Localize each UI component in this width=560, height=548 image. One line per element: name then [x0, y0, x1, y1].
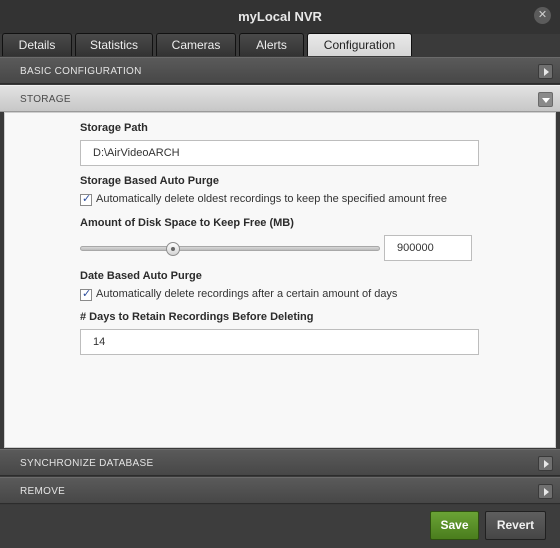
- checkmark-icon: ✓: [82, 193, 92, 205]
- section-basic-configuration[interactable]: BASIC CONFIGURATION: [0, 57, 560, 84]
- tab-cameras[interactable]: Cameras: [156, 33, 236, 56]
- revert-button[interactable]: Revert: [485, 511, 546, 540]
- window-title: myLocal NVR: [238, 9, 322, 24]
- chevron-right-icon[interactable]: [538, 456, 553, 471]
- section-label: REMOVE: [20, 486, 66, 497]
- tab-bar: Details Statistics Cameras Alerts Config…: [0, 33, 560, 56]
- section-label: STORAGE: [20, 94, 71, 105]
- retain-days-label: # Days to Retain Recordings Before Delet…: [80, 311, 314, 323]
- checkmark-icon: ✓: [82, 288, 92, 300]
- tab-details[interactable]: Details: [2, 33, 72, 56]
- date-auto-purge-label: Date Based Auto Purge: [80, 270, 202, 282]
- tab-configuration[interactable]: Configuration: [307, 33, 412, 56]
- disk-space-label: Amount of Disk Space to Keep Free (MB): [80, 217, 294, 229]
- chevron-right-icon[interactable]: [538, 64, 553, 79]
- chevron-right-icon[interactable]: [538, 484, 553, 499]
- storage-path-label: Storage Path: [80, 122, 148, 134]
- retain-days-input[interactable]: 14: [80, 329, 479, 355]
- date-auto-purge-text: Automatically delete recordings after a …: [96, 288, 398, 300]
- storage-path-input[interactable]: D:\AirVideoARCH: [80, 140, 479, 166]
- section-label: SYNCHRONIZE DATABASE: [20, 458, 154, 469]
- tab-alerts[interactable]: Alerts: [239, 33, 304, 56]
- date-auto-purge-checkbox[interactable]: ✓: [80, 288, 92, 301]
- close-icon[interactable]: ✕: [534, 7, 551, 24]
- title-bar: myLocal NVR ✕: [0, 0, 560, 34]
- save-button[interactable]: Save: [430, 511, 479, 540]
- slider-thumb[interactable]: [166, 242, 180, 256]
- tab-statistics[interactable]: Statistics: [75, 33, 153, 56]
- section-label: BASIC CONFIGURATION: [20, 66, 142, 77]
- disk-space-slider[interactable]: [80, 246, 380, 251]
- section-synchronize-database[interactable]: SYNCHRONIZE DATABASE: [0, 449, 560, 476]
- section-storage[interactable]: STORAGE: [0, 85, 560, 112]
- storage-auto-purge-checkbox[interactable]: ✓: [80, 193, 92, 206]
- storage-auto-purge-label: Storage Based Auto Purge: [80, 175, 219, 187]
- storage-auto-purge-text: Automatically delete oldest recordings t…: [96, 193, 447, 205]
- section-remove[interactable]: REMOVE: [0, 477, 560, 504]
- disk-space-input[interactable]: 900000: [384, 235, 472, 261]
- chevron-down-icon[interactable]: [538, 92, 553, 107]
